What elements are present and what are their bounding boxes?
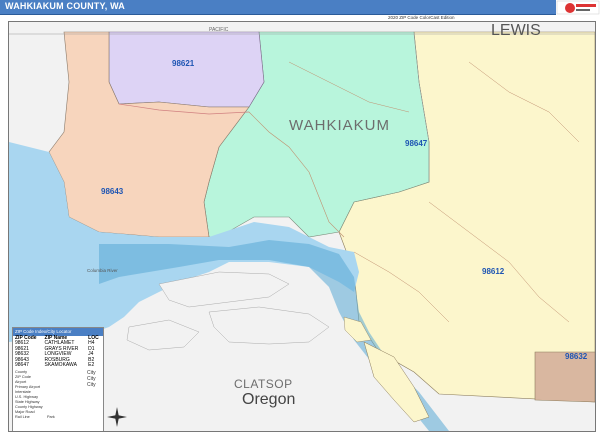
neighbor-label-clatsop: CLATSOP xyxy=(234,377,293,391)
edition-label: 2020 ZIP Code ColorCast Edition xyxy=(388,15,455,20)
legend-symbol-label: Park xyxy=(47,414,55,419)
map-title: WAHKIAKUM COUNTY, WA xyxy=(5,1,125,11)
legend-symbol-key: County ZIP Code Airport Primary Airport … xyxy=(13,369,103,419)
zip-area-98621 xyxy=(108,31,265,108)
title-bar: WAHKIAKUM COUNTY, WA xyxy=(0,0,600,15)
legend-city-label: City xyxy=(87,381,96,388)
water-label: Columbia River xyxy=(87,268,118,273)
map-page: WAHKIAKUM COUNTY, WA 2020 ZIP Code Color… xyxy=(0,0,600,436)
map-legend: ZIP Code Index/City Locator ZIP Code ZIP… xyxy=(12,327,104,431)
neighbor-label-pacific: PACIFIC xyxy=(209,27,229,33)
zip-label: 98632 xyxy=(565,352,588,361)
zip-label: 98621 xyxy=(172,59,195,68)
zip-map[interactable]: PACIFIC LEWIS WAHKIAKUM CLATSOP Oregon C… xyxy=(8,21,596,432)
legend-symbol-label: Rail Line xyxy=(15,414,30,419)
publisher-logo xyxy=(556,0,600,15)
zip-label: 98612 xyxy=(482,267,505,276)
zip-label: 98643 xyxy=(101,187,124,196)
neighbor-label-lewis: LEWIS xyxy=(491,22,541,39)
state-label-oregon: Oregon xyxy=(242,391,296,408)
zip-label: 98647 xyxy=(405,139,428,148)
zip-index-table: ZIP Code ZIP Name LOC 98612 CATHLAMET H4… xyxy=(13,335,103,369)
county-label-wahkiakum: WAHKIAKUM xyxy=(289,117,390,134)
